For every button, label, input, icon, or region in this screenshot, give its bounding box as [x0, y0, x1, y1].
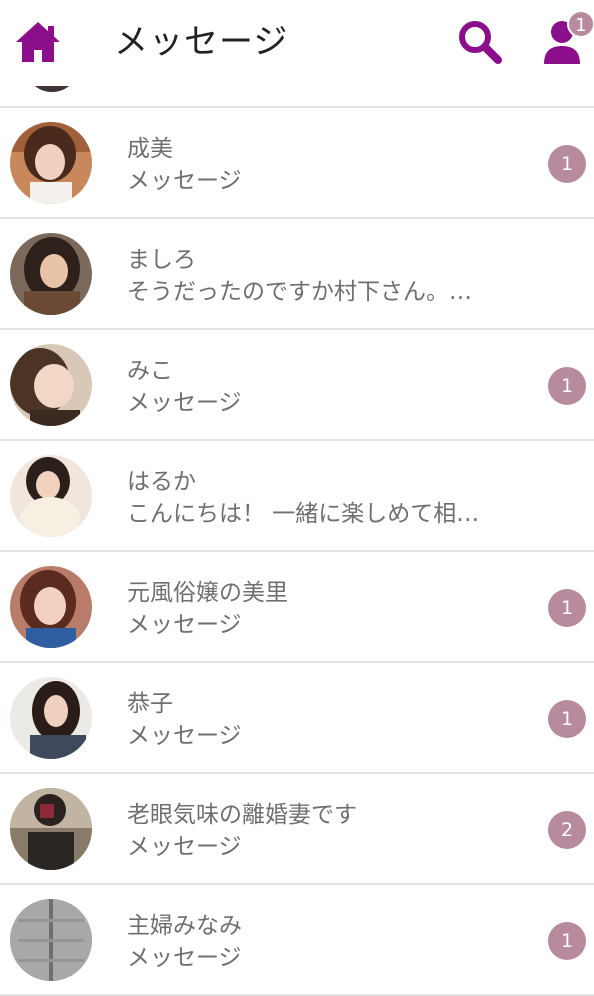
avatar — [10, 233, 92, 315]
avatar — [10, 344, 92, 426]
conversation-row[interactable]: 主婦みなみ メッセージ 1 — [0, 885, 594, 996]
message-preview: こんにちは！ 一緒に楽しめて相… — [127, 501, 480, 527]
message-preview: メッセージ — [127, 723, 242, 749]
home-button[interactable] — [12, 18, 64, 66]
conversation-row[interactable]: ましろ そうだったのですか村下さん。… — [0, 219, 594, 330]
message-preview: そうだったのですか村下さん。… — [127, 279, 472, 305]
search-icon — [456, 18, 504, 66]
message-preview: メッセージ — [127, 612, 242, 638]
avatar — [10, 899, 92, 981]
unread-badge: 2 — [548, 811, 586, 849]
conversation-row[interactable]: はるか こんにちは！ 一緒に楽しめて相… — [0, 441, 594, 552]
unread-badge: 1 — [548, 589, 586, 627]
conversation-row[interactable]: 成美 メッセージ 1 — [0, 108, 594, 219]
unread-badge: 1 — [548, 922, 586, 960]
message-preview: メッセージ — [127, 390, 242, 416]
avatar — [10, 566, 92, 648]
search-button[interactable] — [456, 18, 504, 66]
conversation-row[interactable]: みこ メッセージ 1 — [0, 330, 594, 441]
contact-name: 成美 — [127, 136, 173, 162]
message-preview: メッセージ — [127, 945, 242, 971]
contact-name: はるか — [127, 469, 196, 495]
unread-badge: 1 — [548, 700, 586, 738]
contact-name: ましろ — [127, 247, 196, 273]
contact-name: 主婦みなみ — [127, 913, 242, 939]
avatar — [10, 788, 92, 870]
contact-name: 老眼気味の離婚妻です — [127, 802, 357, 828]
avatar — [10, 677, 92, 759]
message-preview: メッセージ — [127, 168, 242, 194]
notification-badge: 1 — [567, 10, 594, 38]
conversation-row[interactable]: 恭子 メッセージ 1 — [0, 663, 594, 774]
message-preview: メッセージ — [127, 834, 242, 860]
page-title: メッセージ — [114, 22, 289, 62]
contact-name: みこ — [127, 358, 173, 384]
conversation-row[interactable]: 元風俗嬢の美里 メッセージ 1 — [0, 552, 594, 663]
unread-badge: 1 — [548, 145, 586, 183]
home-icon — [12, 18, 64, 66]
conversation-row[interactable]: 老眼気味の離婚妻です メッセージ 2 — [0, 774, 594, 885]
unread-badge: 1 — [548, 367, 586, 405]
contact-name: 恭子 — [127, 691, 173, 717]
avatar — [10, 455, 92, 537]
avatar — [10, 122, 92, 204]
app-header: メッセージ 1 — [0, 0, 594, 86]
contact-name: 元風俗嬢の美里 — [127, 580, 288, 606]
